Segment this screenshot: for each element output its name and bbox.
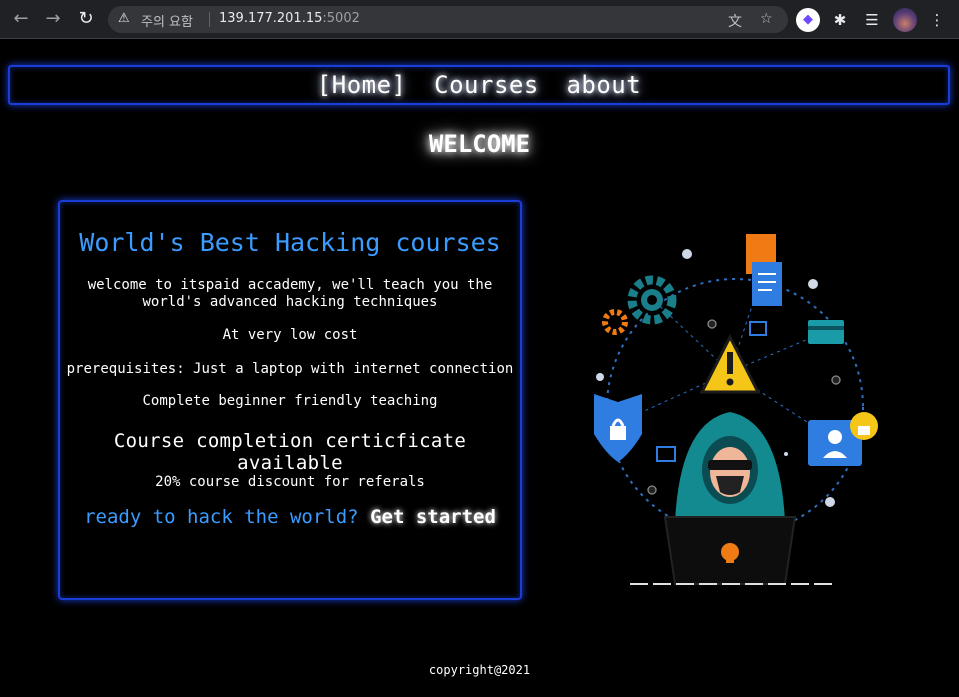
- prereq-text: prerequisites: Just a laptop with intern…: [66, 361, 514, 377]
- profile-avatar[interactable]: [893, 8, 917, 32]
- card-title: World's Best Hacking courses: [79, 228, 501, 257]
- get-started-link[interactable]: Get started: [370, 506, 496, 528]
- url-host: 139.177.201.15: [219, 11, 323, 26]
- address-divider: [209, 12, 210, 27]
- kebab-menu-icon[interactable]: ⋮: [925, 8, 949, 32]
- browser-toolbar: ← → ↻ ⚠ 주의 요함 139.177.201.15:5002 文 ☆ ◆ …: [0, 0, 959, 39]
- credit-card-icon: [808, 320, 844, 344]
- hooded-hacker-figure: [675, 412, 785, 522]
- proton-extension-icon[interactable]: ◆: [796, 8, 820, 32]
- cta-line: ready to hack the world? Get started: [60, 506, 520, 528]
- warning-triangle-icon: [699, 333, 761, 394]
- cta-question: ready to hack the world?: [84, 506, 359, 528]
- course-info-card: World's Best Hacking courses welcome to …: [58, 200, 522, 600]
- hacker-illustration: [594, 234, 878, 585]
- puzzle-extensions-icon[interactable]: ✱: [828, 8, 852, 32]
- url-text[interactable]: 139.177.201.15:5002: [219, 11, 360, 26]
- laptop-icon: [663, 516, 797, 585]
- media-queue-icon[interactable]: ☰: [860, 8, 884, 32]
- nav-home-link[interactable]: [Home]: [317, 67, 407, 103]
- warning-icon[interactable]: ⚠: [118, 11, 130, 26]
- beginner-text: Complete beginner friendly teaching: [142, 393, 438, 409]
- security-label[interactable]: 주의 요함: [141, 11, 193, 30]
- star-icon[interactable]: ☆: [760, 11, 773, 27]
- cost-text: At very low cost: [222, 327, 358, 343]
- site-nav: [Home] Courses about: [8, 65, 950, 105]
- footer-copyright: copyright@2021: [428, 663, 531, 677]
- discount-text: 20% course discount for referals: [155, 474, 425, 490]
- nav-courses-link[interactable]: Courses: [434, 67, 539, 103]
- welcome-heading: WELCOME: [428, 130, 531, 158]
- shield-lock-icon: [594, 394, 642, 462]
- translate-icon[interactable]: 文: [728, 11, 742, 31]
- nav-about-link[interactable]: about: [566, 67, 641, 103]
- small-gear-icon: [602, 309, 628, 335]
- document-icon: [746, 234, 782, 306]
- folder-user-icon: [808, 412, 878, 466]
- forward-arrow-icon[interactable]: →: [42, 8, 64, 30]
- url-port: :5002: [322, 11, 360, 26]
- intro-text: welcome to itspaid accademy, we'll teach…: [87, 277, 493, 310]
- certificate-text: Course completion certicficate available: [113, 430, 467, 474]
- reload-icon[interactable]: ↻: [75, 8, 97, 30]
- back-arrow-icon[interactable]: ←: [10, 8, 32, 30]
- address-bar[interactable]: ⚠ 주의 요함 139.177.201.15:5002 文 ☆: [108, 6, 788, 33]
